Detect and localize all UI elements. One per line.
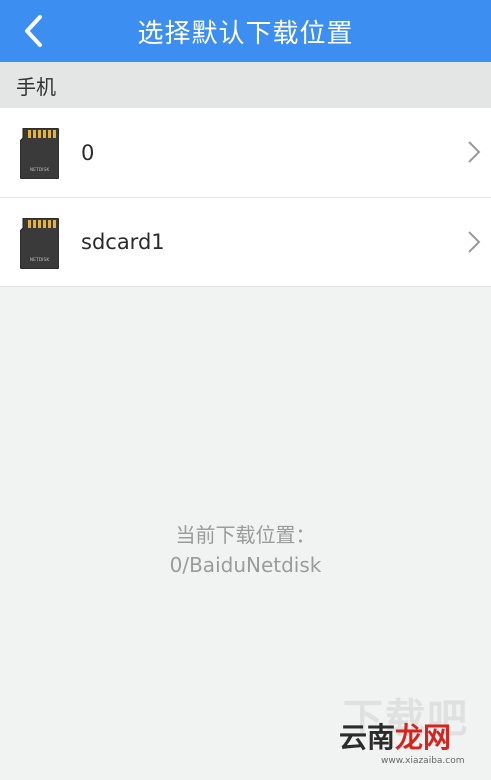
storage-item-sdcard1[interactable]: NETDISK sdcard1 xyxy=(0,197,491,286)
sd-card-icon: NETDISK xyxy=(20,218,59,269)
current-location-label: 当前下载位置： xyxy=(175,523,316,547)
page-title: 选择默认下载位置 xyxy=(137,18,354,49)
watermark-main-text: 云南龙网 xyxy=(339,716,451,756)
sd-card-label: NETDISK xyxy=(30,257,51,263)
screen: 选择默认下载位置 手机 NETDISK 0 NETDISK sdcard1 当前… xyxy=(0,0,491,780)
watermark-url: www.xiazaiba.com xyxy=(381,756,465,766)
storage-item-label: 0 xyxy=(81,140,95,165)
sd-card-icon: NETDISK xyxy=(20,128,59,179)
sd-card-label: NETDISK xyxy=(30,167,51,173)
current-download-location: 当前下载位置： 0/BaiduNetdisk xyxy=(0,520,491,580)
watermark: 下载吧 云南龙网 www.xiazaiba.com xyxy=(339,686,469,766)
storage-list: NETDISK 0 NETDISK sdcard1 xyxy=(0,108,491,286)
chevron-right-icon xyxy=(468,141,481,163)
chevron-right-icon xyxy=(468,231,481,253)
storage-item-0[interactable]: NETDISK 0 xyxy=(0,108,491,197)
title-bar: 选择默认下载位置 xyxy=(0,0,491,62)
storage-item-label: sdcard1 xyxy=(81,230,165,254)
current-location-path: 0/BaiduNetdisk xyxy=(169,553,322,577)
chevron-left-icon xyxy=(25,15,42,47)
watermark-main-black: 云南 xyxy=(339,721,396,754)
watermark-main-red: 龙网 xyxy=(395,721,452,754)
section-header-phone: 手机 xyxy=(0,62,491,108)
list-divider xyxy=(0,286,491,287)
back-button[interactable] xyxy=(10,8,56,54)
